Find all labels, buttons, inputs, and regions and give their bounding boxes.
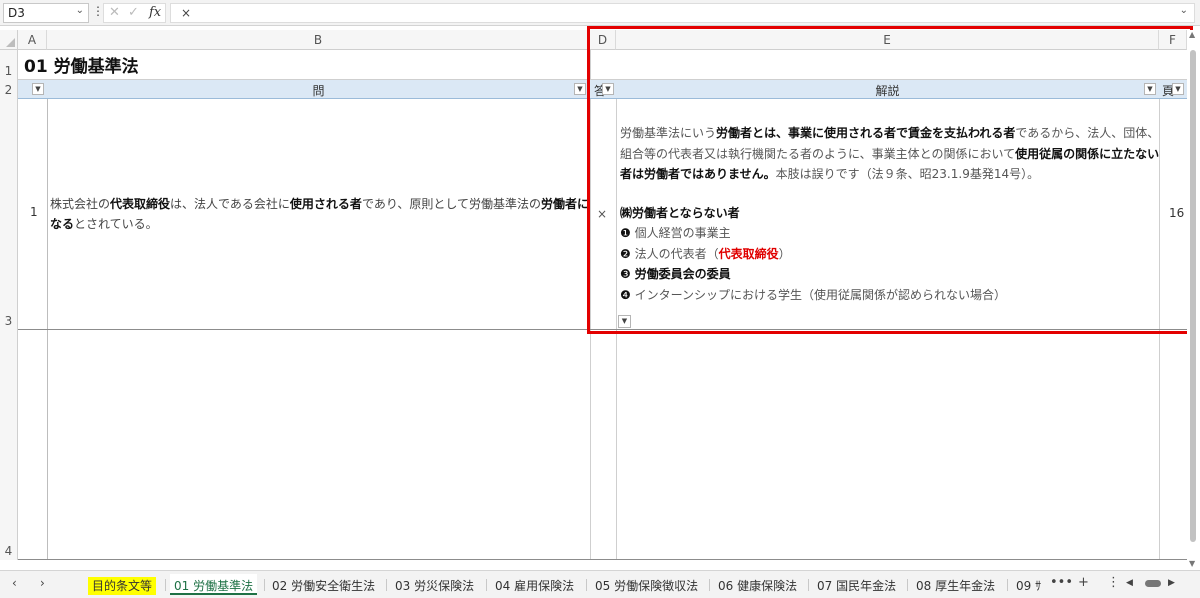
select-all-corner[interactable]: [0, 30, 18, 50]
name-box[interactable]: D3 ⌄: [3, 3, 89, 23]
scroll-right-icon[interactable]: ▶: [1168, 578, 1175, 588]
sheet-tab[interactable]: 07 国民年金法: [817, 574, 896, 595]
sheet-tab[interactable]: 04 雇用保険法: [495, 574, 574, 595]
sheet-tab[interactable]: 09 ｻ: [1016, 574, 1041, 595]
vertical-scrollbar[interactable]: ▲ ▼: [1187, 30, 1200, 570]
confirm-icon[interactable]: ✓: [128, 5, 139, 20]
question-number[interactable]: 1: [30, 205, 38, 219]
row-header-2[interactable]: 2: [0, 80, 18, 99]
header-cell-question[interactable]: 問 ▼: [47, 80, 590, 99]
filter-dropdown-icon[interactable]: ▼: [574, 83, 586, 95]
sheet-tab-bar: ‹ › 目的条文等 01 労働基準法 02 労働安全衛生法 03 労災保険法 0…: [0, 570, 1200, 598]
sheet-tab[interactable]: 02 労働安全衛生法: [272, 574, 375, 595]
question-text: 株式会社の: [50, 197, 111, 211]
more-sheets-icon[interactable]: •••: [1050, 575, 1073, 590]
more-options-icon[interactable]: ⋮: [1107, 575, 1120, 590]
chevron-right-icon[interactable]: ›: [40, 576, 45, 590]
gridline: [47, 80, 48, 560]
row-header-4[interactable]: 4: [0, 330, 18, 560]
sheet-tab[interactable]: 05 労働保険徴収法: [595, 574, 698, 595]
gridline: [18, 559, 1187, 560]
header-cell-a[interactable]: ▼: [18, 80, 47, 99]
row-header-3[interactable]: 3: [0, 99, 18, 330]
row-header-1[interactable]: 1: [0, 50, 18, 80]
question-text-bold: 代表取締役: [110, 197, 171, 211]
sheet-tab[interactable]: 03 労災保険法: [395, 574, 474, 595]
sheet-tab[interactable]: 06 健康保険法: [718, 574, 797, 595]
scroll-left-icon[interactable]: ◀: [1126, 578, 1133, 588]
expand-formula-icon[interactable]: ⌄: [1180, 5, 1188, 16]
insert-function-button[interactable]: fx: [149, 5, 161, 20]
chevron-left-icon[interactable]: ‹: [12, 576, 17, 590]
sheet-tab[interactable]: 目的条文等: [88, 574, 157, 595]
filter-dropdown-icon[interactable]: ▼: [32, 83, 44, 95]
question-cell[interactable]: 株式会社の代表取締役は、法人である会社に使用される者であり、原則として労働基準法…: [50, 194, 590, 234]
question-text: とされている。: [74, 217, 158, 231]
formula-input[interactable]: × ⌄: [170, 3, 1195, 23]
add-sheet-icon[interactable]: +: [1078, 575, 1089, 590]
sheet-tab[interactable]: 08 厚生年金法: [916, 574, 995, 595]
horizontal-scroll-thumb[interactable]: [1145, 580, 1161, 587]
cancel-icon[interactable]: ✕: [109, 5, 120, 20]
sheet-title[interactable]: 01 労働基準法: [24, 52, 139, 77]
scroll-thumb[interactable]: [1190, 50, 1196, 542]
scroll-down-icon[interactable]: ▼: [1189, 559, 1195, 568]
question-text: は、法人である会社に: [170, 197, 290, 211]
question-text-bold: 使用される者: [289, 197, 362, 211]
scroll-up-icon[interactable]: ▲: [1189, 30, 1195, 39]
name-box-value: D3: [8, 6, 25, 20]
highlight-box: [587, 26, 1193, 334]
sheet-tab-active[interactable]: 01 労働基準法: [170, 574, 258, 595]
column-header-a[interactable]: A: [18, 30, 47, 50]
header-question-label: 問: [312, 84, 325, 98]
chevron-down-icon[interactable]: ⌄: [76, 5, 84, 16]
question-text: であり、原則として労働基準法の: [361, 197, 541, 211]
formula-bar: D3 ⌄ ⋮ ✕ ✓ fx × ⌄: [0, 0, 1200, 26]
formula-input-value: ×: [181, 6, 192, 20]
formula-buttons: ✕ ✓ fx: [103, 3, 166, 23]
column-header-b[interactable]: B: [47, 30, 590, 50]
